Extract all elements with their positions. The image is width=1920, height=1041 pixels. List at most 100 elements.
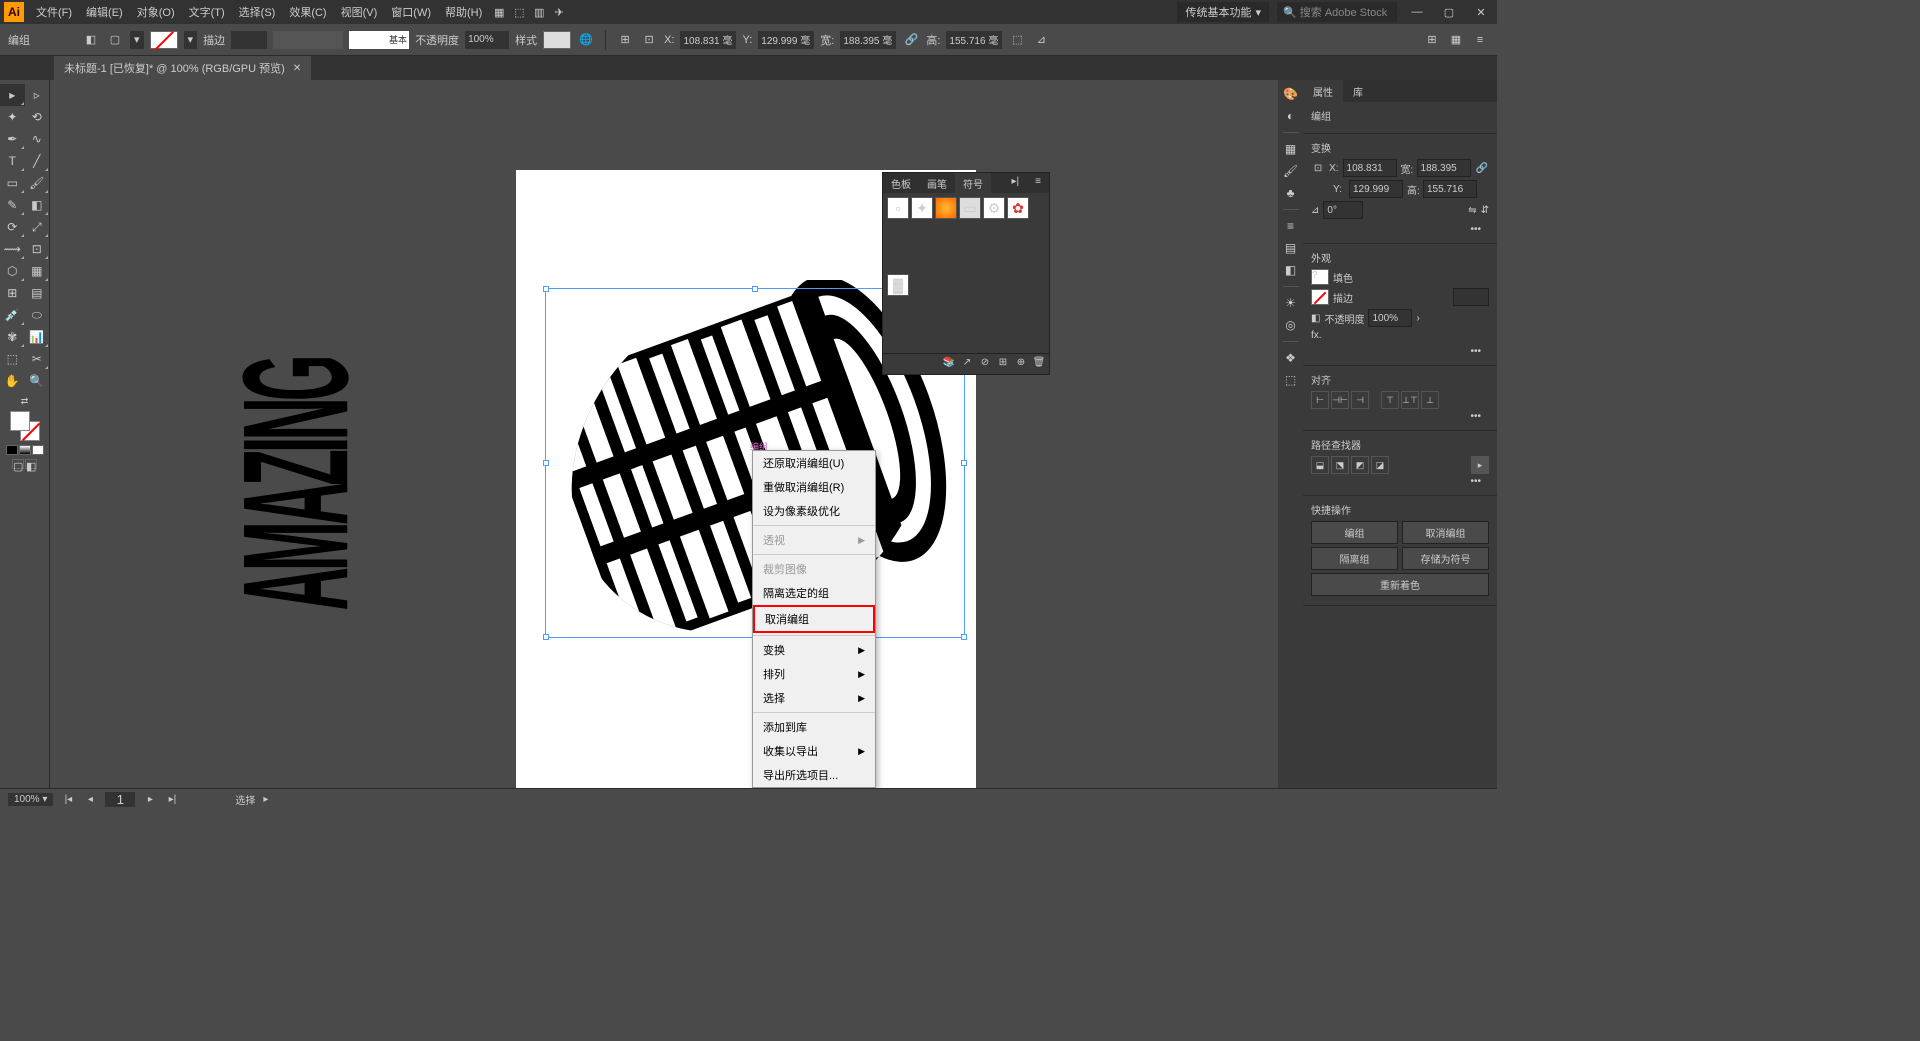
shape-icon[interactable]: ⬚ [1008, 31, 1026, 49]
handle-ml[interactable] [543, 460, 549, 466]
symbol-delete-icon[interactable]: 🗑 [1032, 357, 1046, 371]
pathfinder-intersect-icon[interactable]: ◩ [1351, 456, 1369, 474]
context-menu-item[interactable]: 设为像素级优化 [753, 499, 875, 523]
pathfinder-minus-icon[interactable]: ⬔ [1331, 456, 1349, 474]
swap-colors-icon[interactable]: ⇄ [4, 396, 45, 407]
x-input[interactable] [680, 31, 736, 49]
context-menu-item[interactable]: 变换▶ [753, 638, 875, 662]
tool-shape-builder[interactable]: ⬡ [0, 260, 25, 282]
handle-tm[interactable] [752, 286, 758, 292]
tab-symbols[interactable]: 符号 [955, 173, 991, 193]
tool-graph[interactable]: 📊 [25, 326, 50, 348]
tool-type[interactable]: T [0, 150, 25, 172]
align-hcenter-icon[interactable]: ⊣⊢ [1331, 391, 1349, 409]
menu-type[interactable]: 文字(T) [183, 1, 231, 23]
stroke-dropdown[interactable]: ▾ [184, 31, 198, 49]
symbol-options-icon[interactable]: ⊞ [996, 357, 1010, 371]
align-right-icon[interactable]: ⊣ [1351, 391, 1369, 409]
context-menu-item[interactable]: 隔离选定的组 [753, 581, 875, 605]
symbol-thumb[interactable] [935, 197, 957, 219]
tool-rectangle[interactable]: ▭ [0, 172, 25, 194]
tool-eraser[interactable]: ◧ [25, 194, 50, 216]
prop-x[interactable] [1343, 159, 1397, 177]
tool-direct-selection[interactable]: ▹ [25, 84, 50, 106]
fill-color[interactable]: ? [1311, 269, 1329, 285]
align-left-icon[interactable]: ⊢ [1311, 391, 1329, 409]
flip-h-icon[interactable]: ⇋ [1468, 205, 1476, 216]
handle-br[interactable] [961, 634, 967, 640]
prop-y[interactable] [1349, 180, 1403, 198]
pathfinder-expand[interactable]: ▸ [1471, 456, 1489, 474]
stroke-none-swatch[interactable] [150, 31, 178, 49]
search-stock[interactable]: 🔍 搜索 Adobe Stock [1277, 2, 1397, 22]
context-menu-item[interactable]: 重做取消编组(R) [753, 475, 875, 499]
btn-isolate[interactable]: 隔离组 [1311, 547, 1398, 570]
more-options-icon[interactable]: ••• [1311, 344, 1489, 359]
tool-gradient[interactable]: ▤ [25, 282, 50, 304]
nav-last-icon[interactable]: ▸| [165, 794, 179, 805]
window-minimize[interactable]: — [1405, 6, 1429, 18]
dock-color-icon[interactable]: 🎨 [1281, 84, 1301, 104]
tool-blend[interactable]: ⬭ [25, 304, 50, 326]
color-mode-solid[interactable] [6, 445, 18, 455]
btn-recolor[interactable]: 重新着色 [1311, 573, 1489, 596]
draw-mode-icon[interactable]: ◧ [25, 459, 37, 469]
stroke-color[interactable] [1311, 289, 1329, 305]
btn-group[interactable]: 编组 [1311, 521, 1398, 544]
symbol-break-icon[interactable]: ⊘ [978, 357, 992, 371]
tool-rotate[interactable]: ⟳ [0, 216, 25, 238]
menu-file[interactable]: 文件(F) [30, 1, 78, 23]
menu-icon-4[interactable]: ✈ [550, 3, 568, 21]
tool-free-transform[interactable]: ⊡ [25, 238, 50, 260]
context-menu-item[interactable]: 还原取消编组(U) [753, 451, 875, 475]
symbol-thumb[interactable]: ⚙ [983, 197, 1005, 219]
arrange-icon-2[interactable]: ▦ [1447, 31, 1465, 49]
stroke-weight[interactable] [1453, 288, 1489, 306]
fill-swatch[interactable] [10, 411, 30, 431]
stroke-swatch-icon[interactable]: ▢ [106, 31, 124, 49]
fill-stroke-swatches[interactable] [10, 411, 40, 441]
more-options-icon[interactable]: ••• [1311, 474, 1489, 489]
menu-edit[interactable]: 编辑(E) [80, 1, 129, 23]
menu-effect[interactable]: 效果(C) [283, 1, 332, 23]
more-options-icon[interactable]: ••• [1311, 409, 1489, 424]
pathfinder-exclude-icon[interactable]: ◪ [1371, 456, 1389, 474]
reference-point[interactable]: ⊡ [1311, 159, 1325, 177]
symbol-place-icon[interactable]: ↗ [960, 357, 974, 371]
tab-close-icon[interactable]: ✕ [293, 63, 301, 74]
transform-icon[interactable]: ⊿ [1032, 31, 1050, 49]
dock-styles-icon[interactable]: ◎ [1281, 315, 1301, 335]
menu-icon-3[interactable]: ▥ [530, 3, 548, 21]
tool-shaper[interactable]: ✎ [0, 194, 25, 216]
dock-artboards-icon[interactable]: ⬚ [1281, 370, 1301, 390]
tool-zoom[interactable]: 🔍 [25, 370, 50, 392]
align-vcenter-icon[interactable]: ⊥⊤ [1401, 391, 1419, 409]
symbol-thumb[interactable]: ▓ [887, 274, 909, 296]
handle-tl[interactable] [543, 286, 549, 292]
tool-eyedropper[interactable]: 💉 [0, 304, 25, 326]
symbol-thumb[interactable]: ✿ [1007, 197, 1029, 219]
tool-paintbrush[interactable]: 🖌 [25, 172, 50, 194]
fill-swatch-icon[interactable]: ◧ [82, 31, 100, 49]
align-bottom-icon[interactable]: ⊥ [1421, 391, 1439, 409]
stroke-profile-dropdown[interactable] [273, 31, 343, 49]
prop-opacity[interactable] [1368, 309, 1412, 327]
flip-v-icon[interactable]: ⇵ [1481, 205, 1489, 216]
reference-point-icon[interactable]: ⊡ [640, 31, 658, 49]
zoom-level[interactable]: 100% ▾ [8, 793, 53, 806]
tool-symbol-sprayer[interactable]: ✾ [0, 326, 25, 348]
menu-icon[interactable]: ≡ [1471, 31, 1489, 49]
symbol-thumb[interactable]: ▭ [959, 197, 981, 219]
btn-ungroup[interactable]: 取消编组 [1402, 521, 1489, 544]
panel-menu-icon[interactable]: ≡ [1027, 173, 1049, 193]
menu-select[interactable]: 选择(S) [233, 1, 282, 23]
context-menu-item[interactable]: 选择▶ [753, 686, 875, 710]
workspace-dropdown[interactable]: 传统基本功能▾ [1177, 2, 1269, 22]
brush-profile[interactable]: 基本 [349, 31, 409, 49]
prop-angle[interactable] [1323, 201, 1363, 219]
menu-object[interactable]: 对象(O) [131, 1, 181, 23]
context-menu-item[interactable]: 排列▶ [753, 662, 875, 686]
globe-icon[interactable]: 🌐 [577, 31, 595, 49]
dock-swatches-icon[interactable]: ▦ [1281, 139, 1301, 159]
handle-bl[interactable] [543, 634, 549, 640]
